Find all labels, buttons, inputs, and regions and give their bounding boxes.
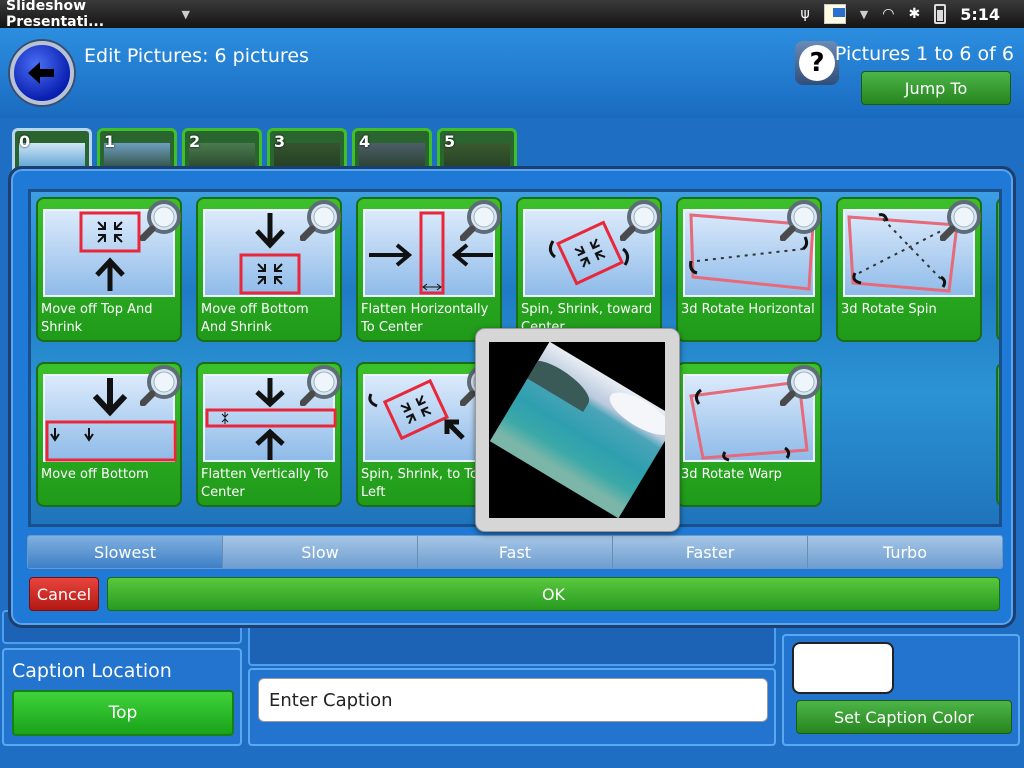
thumbnail-number: 2 [189, 132, 201, 151]
thumbnail-number: 1 [104, 132, 116, 151]
thumbnail-number: 5 [444, 132, 456, 151]
bluetooth-icon: ✱ [908, 6, 921, 22]
caption-color-swatch[interactable] [792, 642, 894, 694]
zoom-icon[interactable] [139, 362, 184, 407]
jump-to-button[interactable]: Jump To [861, 71, 1011, 105]
transition-preview-popup [475, 328, 680, 532]
battery-icon [934, 4, 947, 24]
caption-input[interactable] [258, 678, 768, 722]
caption-color-panel: Set Caption Color [782, 634, 1020, 746]
speed-option-fast[interactable]: Fast [418, 536, 613, 568]
transition-tile[interactable]: 3d Rotate Spin [836, 197, 982, 342]
transition-label: 3d Rotate Horizontal [681, 302, 815, 317]
thumbnail-number: 4 [359, 132, 371, 151]
transition-label: Flatten Vertically To Center [201, 467, 329, 500]
zoom-icon[interactable] [939, 197, 984, 242]
wifi-icon: ◠ [882, 6, 895, 22]
notification-icon[interactable] [823, 4, 846, 24]
help-icon: ? [799, 45, 835, 81]
status-icons: ψ ▼ ◠ ✱ 5:14 [801, 0, 1000, 28]
transition-tile[interactable]: Pi C [996, 362, 1002, 507]
transition-preview [489, 342, 665, 518]
back-button[interactable] [10, 41, 74, 105]
speed-option-slow[interactable]: Slow [223, 536, 418, 568]
zoom-icon[interactable] [139, 197, 184, 242]
status-bar: Slideshow Presentati... ▼ ψ ▼ ◠ ✱ 5:14 [0, 0, 1024, 30]
app-title: Slideshow Presentati... [6, 0, 105, 30]
app-menu[interactable]: Slideshow Presentati... ▼ [0, 0, 190, 30]
transition-tile[interactable]: Flatten Vertically To Center [196, 362, 342, 507]
page-title: Edit Pictures: 6 pictures [84, 45, 309, 67]
speed-option-faster[interactable]: Faster [613, 536, 808, 568]
zoom-icon[interactable] [779, 197, 824, 242]
zoom-icon[interactable] [779, 362, 824, 407]
transition-tile[interactable]: 3d Sh [996, 197, 1002, 342]
transition-tile[interactable]: Flatten Horizontally To Center [356, 197, 502, 342]
speed-selector: Slowest Slow Fast Faster Turbo [27, 535, 1003, 569]
back-arrow-icon [28, 62, 54, 84]
caption-location-button[interactable]: Top [12, 690, 234, 736]
ok-button[interactable]: OK [107, 577, 1000, 611]
preview-photo [489, 342, 665, 518]
transition-tile[interactable]: Move off Top And Shrink [36, 197, 182, 342]
speed-option-slowest[interactable]: Slowest [28, 536, 223, 568]
clock: 5:14 [960, 4, 1000, 24]
transition-label: 3d Rotate Spin [841, 302, 937, 317]
transition-label: Move off Top And Shrink [41, 302, 153, 335]
transition-label: 3d Rotate Warp [681, 467, 782, 482]
speed-option-turbo[interactable]: Turbo [808, 536, 1002, 568]
thumbnail-number: 0 [19, 132, 31, 151]
zoom-icon[interactable] [299, 197, 344, 242]
zoom-icon[interactable] [459, 197, 504, 242]
header: Edit Pictures: 6 pictures ? Pictures 1 t… [0, 28, 1024, 118]
background-panel [248, 622, 776, 666]
transition-label: Move off Bottom And Shrink [201, 302, 309, 335]
zoom-icon[interactable] [299, 362, 344, 407]
pictures-count: Pictures 1 to 6 of 6 [834, 43, 1014, 65]
transition-tile[interactable]: 3d Rotate Horizontal [676, 197, 822, 342]
chevron-down-icon[interactable]: ▼ [860, 8, 868, 21]
caption-location-panel: Caption Location Top [2, 648, 242, 746]
transition-label: Pi C [1001, 466, 1002, 484]
set-caption-color-button[interactable]: Set Caption Color [796, 700, 1012, 734]
thumbnail-number: 3 [274, 132, 286, 151]
transition-label: Move off Bottom [41, 467, 149, 482]
usb-icon: ψ [800, 6, 810, 22]
transition-tile[interactable]: 3d Rotate Warp [676, 362, 822, 507]
zoom-icon[interactable] [619, 197, 664, 242]
help-button[interactable]: ? [795, 41, 839, 85]
chevron-down-icon: ▼ [181, 7, 190, 21]
transition-tile[interactable]: Move off Bottom And Shrink [196, 197, 342, 342]
transition-tile[interactable]: Move off Bottom [36, 362, 182, 507]
transition-tile[interactable]: Spin, Shrink, toward Center [516, 197, 662, 342]
cancel-button[interactable]: Cancel [29, 577, 99, 611]
caption-location-label: Caption Location [12, 660, 172, 682]
caption-input-panel [248, 668, 776, 746]
transition-label: 3d Sh [1001, 301, 1002, 319]
